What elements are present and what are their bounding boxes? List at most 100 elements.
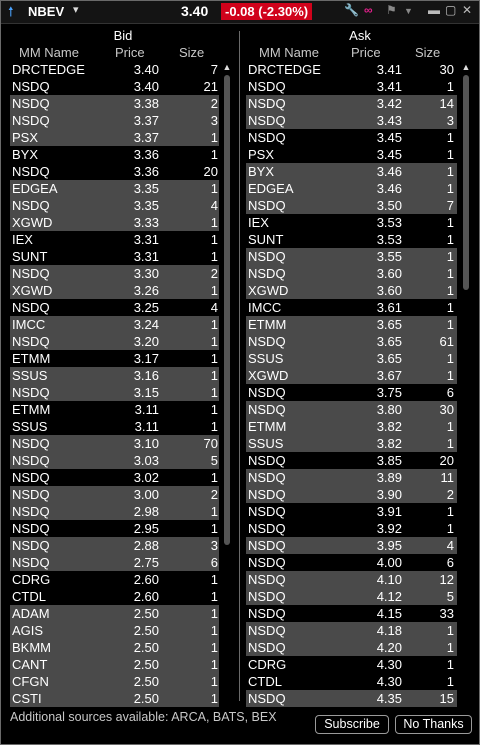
bid-scrollbar[interactable]: ▲ ▼ xyxy=(221,61,233,724)
ask-row[interactable]: NSDQ 3.92 1 xyxy=(246,520,457,537)
ask-row[interactable]: NSDQ 3.89 11 xyxy=(246,469,457,486)
ask-col-size[interactable]: Size xyxy=(415,45,440,60)
bid-col-price[interactable]: Price xyxy=(115,45,145,60)
bid-row[interactable]: NSDQ 3.38 2 xyxy=(10,95,219,112)
maximize-icon[interactable]: ▢ xyxy=(445,3,456,17)
bid-row[interactable]: NSDQ 3.15 1 xyxy=(10,384,219,401)
bid-row[interactable]: NSDQ 3.25 4 xyxy=(10,299,219,316)
ask-row[interactable]: NSDQ 4.12 5 xyxy=(246,588,457,605)
ask-row[interactable]: NSDQ 3.45 1 xyxy=(246,129,457,146)
ask-row[interactable]: CTDL 4.30 1 xyxy=(246,673,457,690)
bid-col-mm[interactable]: MM Name xyxy=(19,45,79,60)
ask-row[interactable]: PSX 3.45 1 xyxy=(246,146,457,163)
bid-row[interactable]: NSDQ 3.36 20 xyxy=(10,163,219,180)
bid-scroll-track[interactable] xyxy=(224,75,230,710)
bid-row[interactable]: CANT 2.50 1 xyxy=(10,656,219,673)
ask-row[interactable]: NSDQ 3.43 3 xyxy=(246,112,457,129)
chevron-down-icon[interactable]: ▼ xyxy=(404,6,413,16)
ask-row[interactable]: NSDQ 4.20 1 xyxy=(246,639,457,656)
ask-row[interactable]: EDGEA 3.46 1 xyxy=(246,180,457,197)
ask-row[interactable]: NSDQ 3.91 1 xyxy=(246,503,457,520)
bid-row[interactable]: BKMM 2.50 1 xyxy=(10,639,219,656)
bid-row[interactable]: ETMM 3.17 1 xyxy=(10,350,219,367)
bid-row[interactable]: PSX 3.37 1 xyxy=(10,129,219,146)
bid-row[interactable]: ETMM 3.11 1 xyxy=(10,401,219,418)
bid-row[interactable]: CTDL 2.60 1 xyxy=(10,588,219,605)
symbol-dropdown-icon[interactable]: ▾ xyxy=(73,3,79,16)
bid-row[interactable]: SSUS 3.11 1 xyxy=(10,418,219,435)
ask-row[interactable]: NSDQ 3.55 1 xyxy=(246,248,457,265)
ask-row[interactable]: NSDQ 3.85 20 xyxy=(246,452,457,469)
bid-row[interactable]: NSDQ 3.35 4 xyxy=(10,197,219,214)
ask-row[interactable]: NSDQ 3.60 1 xyxy=(246,265,457,282)
ask-row[interactable]: NSDQ 4.15 33 xyxy=(246,605,457,622)
scroll-up-icon[interactable]: ▲ xyxy=(221,61,233,73)
bid-row[interactable]: IMCC 3.24 1 xyxy=(10,316,219,333)
bid-row[interactable]: CFGN 2.50 1 xyxy=(10,673,219,690)
wrench-icon[interactable]: 🔧 xyxy=(344,3,359,17)
ask-row[interactable]: XGWD 3.60 1 xyxy=(246,282,457,299)
bid-row[interactable]: IEX 3.31 1 xyxy=(10,231,219,248)
bid-row[interactable]: SUNT 3.31 1 xyxy=(10,248,219,265)
ask-row[interactable]: DRCTEDGE 3.41 30 xyxy=(246,61,457,78)
bid-scroll-thumb[interactable] xyxy=(224,75,230,545)
bid-row[interactable]: XGWD 3.33 1 xyxy=(10,214,219,231)
ask-row[interactable]: IEX 3.53 1 xyxy=(246,214,457,231)
ask-row[interactable]: XGWD 3.67 1 xyxy=(246,367,457,384)
scroll-up-icon[interactable]: ▲ xyxy=(460,61,472,73)
bid-row[interactable]: ADAM 2.50 1 xyxy=(10,605,219,622)
bid-row[interactable]: NSDQ 3.37 3 xyxy=(10,112,219,129)
bid-row[interactable]: NSDQ 2.75 6 xyxy=(10,554,219,571)
bid-row[interactable]: NSDQ 2.95 1 xyxy=(10,520,219,537)
ask-row[interactable]: CDRG 4.30 1 xyxy=(246,656,457,673)
ask-row[interactable]: ETMM 3.65 1 xyxy=(246,316,457,333)
ask-row[interactable]: NSDQ 4.00 6 xyxy=(246,554,457,571)
bid-row[interactable]: CSTI 2.50 1 xyxy=(10,690,219,707)
ask-row[interactable]: NSDQ 3.65 61 xyxy=(246,333,457,350)
ask-row[interactable]: NSDQ 3.95 4 xyxy=(246,537,457,554)
flag-icon[interactable]: ⚑ xyxy=(386,3,397,17)
bid-row[interactable]: NSDQ 3.00 2 xyxy=(10,486,219,503)
ask-row[interactable]: SSUS 3.65 1 xyxy=(246,350,457,367)
bid-row[interactable]: XGWD 3.26 1 xyxy=(10,282,219,299)
bid-row[interactable]: NSDQ 3.03 5 xyxy=(10,452,219,469)
bid-row[interactable]: AGIS 2.50 1 xyxy=(10,622,219,639)
ask-row[interactable]: NSDQ 3.80 30 xyxy=(246,401,457,418)
bid-row[interactable]: BYX 3.36 1 xyxy=(10,146,219,163)
link-icon[interactable]: ∞ xyxy=(364,3,373,17)
ask-row[interactable]: NSDQ 4.35 15 xyxy=(246,690,457,707)
bid-row[interactable]: EDGEA 3.35 1 xyxy=(10,180,219,197)
ask-row[interactable]: SSUS 3.82 1 xyxy=(246,435,457,452)
ask-scrollbar[interactable]: ▲ ▼ xyxy=(460,61,472,724)
bid-row[interactable]: NSDQ 3.10 70 xyxy=(10,435,219,452)
ask-row[interactable]: NSDQ 3.75 6 xyxy=(246,384,457,401)
bid-col-size[interactable]: Size xyxy=(179,45,204,60)
ask-row[interactable]: NSDQ 3.50 7 xyxy=(246,197,457,214)
no-thanks-button[interactable]: No Thanks xyxy=(395,715,472,734)
ask-col-mm[interactable]: MM Name xyxy=(259,45,319,60)
ask-col-price[interactable]: Price xyxy=(351,45,381,60)
symbol-label[interactable]: NBEV xyxy=(28,4,64,19)
ask-scroll-thumb[interactable] xyxy=(463,75,469,290)
ask-row[interactable]: NSDQ 4.18 1 xyxy=(246,622,457,639)
bid-row[interactable]: NSDQ 3.30 2 xyxy=(10,265,219,282)
ask-row[interactable]: BYX 3.46 1 xyxy=(246,163,457,180)
bid-row[interactable]: NSDQ 3.02 1 xyxy=(10,469,219,486)
bid-row[interactable]: NSDQ 2.98 1 xyxy=(10,503,219,520)
ask-row[interactable]: ETMM 3.82 1 xyxy=(246,418,457,435)
ask-row[interactable]: NSDQ 3.41 1 xyxy=(246,78,457,95)
close-icon[interactable]: ✕ xyxy=(462,3,472,17)
ask-row[interactable]: IMCC 3.61 1 xyxy=(246,299,457,316)
bid-row[interactable]: DRCTEDGE 3.40 7 xyxy=(10,61,219,78)
minimize-icon[interactable]: ▬ xyxy=(428,3,440,17)
subscribe-button[interactable]: Subscribe xyxy=(315,715,389,734)
ask-scroll-track[interactable] xyxy=(463,75,469,710)
ask-row[interactable]: NSDQ 4.10 12 xyxy=(246,571,457,588)
bid-row[interactable]: NSDQ 3.40 21 xyxy=(10,78,219,95)
ask-row[interactable]: NSDQ 3.42 14 xyxy=(246,95,457,112)
bid-row[interactable]: SSUS 3.16 1 xyxy=(10,367,219,384)
ask-row[interactable]: SUNT 3.53 1 xyxy=(246,231,457,248)
bid-row[interactable]: NSDQ 2.88 3 xyxy=(10,537,219,554)
ask-row[interactable]: NSDQ 3.90 2 xyxy=(246,486,457,503)
bid-row[interactable]: NSDQ 3.20 1 xyxy=(10,333,219,350)
